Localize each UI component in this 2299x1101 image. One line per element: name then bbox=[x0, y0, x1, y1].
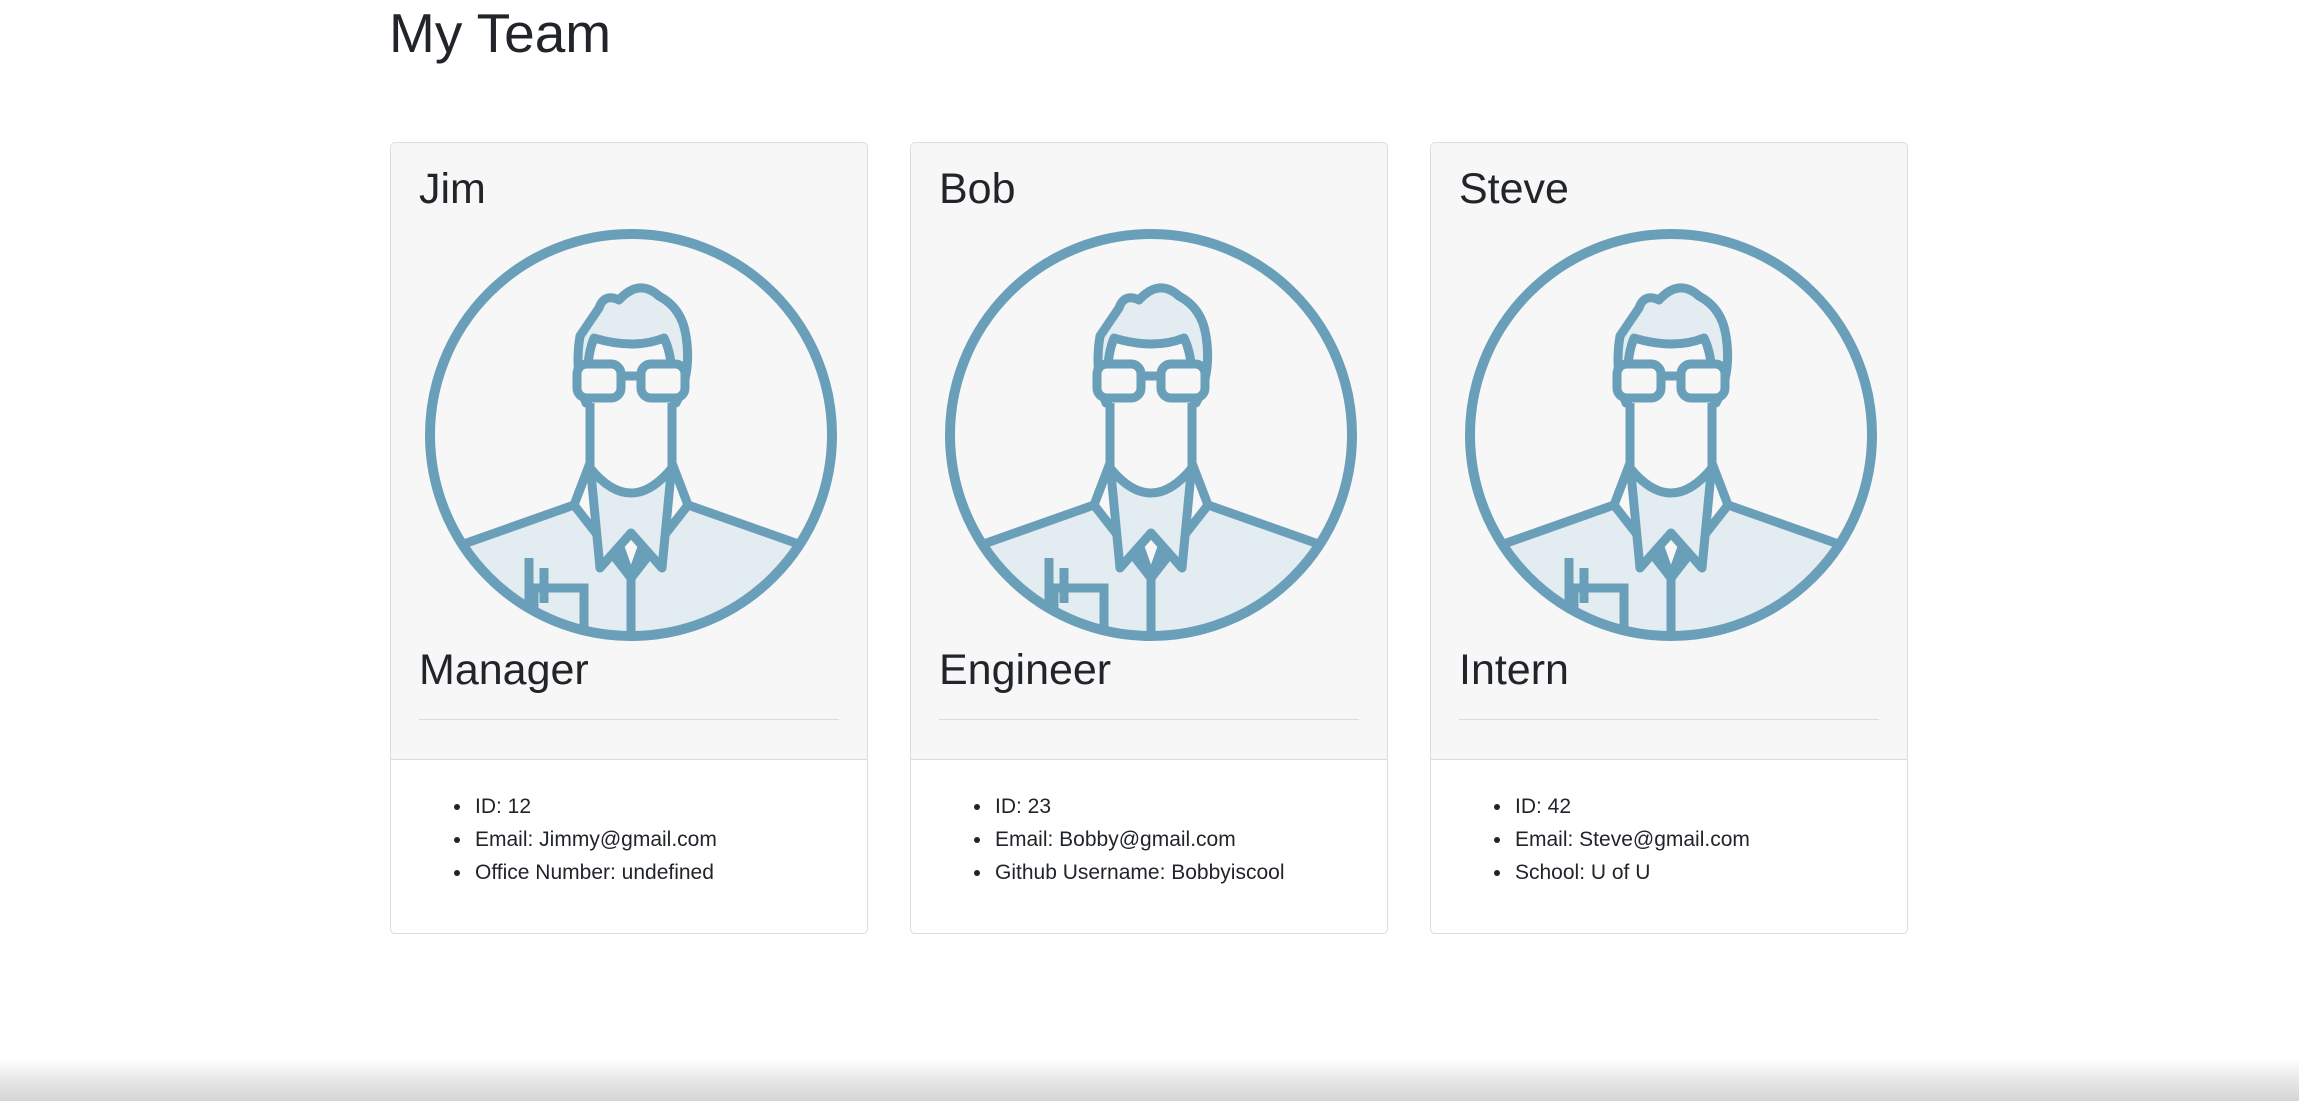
detail-github-username: Github Username: Bobbyiscool bbox=[993, 856, 1387, 889]
member-name: Jim bbox=[419, 165, 486, 213]
detail-email: Email: Bobby@gmail.com bbox=[993, 823, 1387, 856]
team-member-card: Bob Engineer • ID: 23 • Email: Bobby@gma… bbox=[910, 142, 1388, 934]
detail-id: ID: 42 bbox=[1513, 790, 1907, 823]
member-name: Steve bbox=[1459, 165, 1569, 213]
divider bbox=[1459, 719, 1879, 720]
detail-email: Email: Steve@gmail.com bbox=[1513, 823, 1907, 856]
divider bbox=[939, 719, 1359, 720]
member-details-list: ID: 23 Email: Bobby@gmail.com Github Use… bbox=[911, 790, 1387, 889]
card-header: Jim Manager bbox=[391, 143, 867, 760]
team-member-card: Jim Manager • ID: 12 • Email: Jimmy@gmai… bbox=[390, 142, 868, 934]
member-details-list: ID: 12 Email: Jimmy@gmail.com Office Num… bbox=[391, 790, 867, 889]
card-body: ID: 23 Email: Bobby@gmail.com Github Use… bbox=[911, 760, 1387, 933]
team-member-card: Steve Intern • ID: 42 • Email: Steve@gma… bbox=[1430, 142, 1908, 934]
person-glasses-icon bbox=[1465, 229, 1877, 641]
member-role: Engineer bbox=[939, 646, 1112, 694]
member-role: Manager bbox=[419, 646, 589, 694]
person-glasses-icon bbox=[425, 229, 837, 641]
member-details-list: ID: 42 Email: Steve@gmail.com School: U … bbox=[1431, 790, 1907, 889]
card-header: Bob Engineer bbox=[911, 143, 1387, 760]
detail-id: ID: 23 bbox=[993, 790, 1387, 823]
member-name: Bob bbox=[939, 165, 1016, 213]
page-title: My Team bbox=[389, 2, 612, 64]
detail-school: School: U of U bbox=[1513, 856, 1907, 889]
team-cards: Jim Manager • ID: 12 • Email: Jimmy@gmai… bbox=[390, 142, 1908, 934]
card-body: ID: 42 Email: Steve@gmail.com School: U … bbox=[1431, 760, 1907, 933]
detail-office-number: Office Number: undefined bbox=[473, 856, 867, 889]
person-glasses-icon bbox=[945, 229, 1357, 641]
card-header: Steve Intern bbox=[1431, 143, 1907, 760]
card-body: ID: 12 Email: Jimmy@gmail.com Office Num… bbox=[391, 760, 867, 933]
bottom-shadow-bar bbox=[0, 1059, 2299, 1101]
member-role: Intern bbox=[1459, 646, 1569, 694]
detail-id: ID: 12 bbox=[473, 790, 867, 823]
divider bbox=[419, 719, 839, 720]
detail-email: Email: Jimmy@gmail.com bbox=[473, 823, 867, 856]
